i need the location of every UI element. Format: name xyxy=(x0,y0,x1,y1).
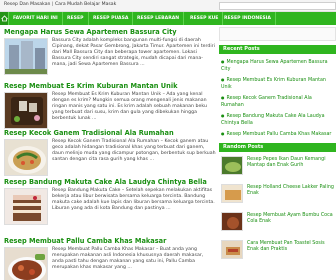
bullet-icon: ● xyxy=(221,77,225,82)
post-item: Resep Bandung Makuta Cake Ala Laudya Chi… xyxy=(4,178,216,225)
random-post-thumbnail[interactable] xyxy=(221,156,243,175)
random-post-thumbnail[interactable] xyxy=(221,240,243,259)
recent-post-link[interactable]: ● Resep Bandung Makuta Cake Ala Laudya Ch… xyxy=(221,112,335,127)
post-title[interactable]: Resep Kecok Ganem Tradisional Ala Rumaha… xyxy=(4,129,216,137)
post-thumbnail-kecok-ganem[interactable] xyxy=(4,139,48,176)
post-title[interactable]: Resep Membuat Pallu Camba Khas Makasar xyxy=(4,237,216,245)
random-post-link[interactable]: Resep Holland Cheese Lakker Paling Enak xyxy=(247,185,335,197)
random-post-link[interactable]: Resep Membuat Ayam Bumbu Coca Cola Enak xyxy=(247,213,335,225)
post-thumbnail-ice-cream[interactable] xyxy=(4,92,48,129)
recent-post-link[interactable]: ● Resep Kecok Ganem Tradisional Ala Rumah… xyxy=(221,94,335,109)
search-input[interactable] xyxy=(219,2,336,10)
random-posts-heading: Random Posts xyxy=(219,143,336,152)
post-excerpt: Resep Membuat Pallu Camba Khas Makasar –… xyxy=(52,247,204,270)
post-list: Mengapa Harus Sewa Apartemen Bassura Cit… xyxy=(0,25,217,280)
post-thumbnail-apartment[interactable] xyxy=(4,38,48,75)
bullet-icon: ● xyxy=(221,95,225,100)
recent-post-link[interactable]: ● Mengapa Harus Sewa Apartemen Bassura Ci… xyxy=(221,58,335,73)
random-post-thumbnail[interactable] xyxy=(221,212,243,231)
nav-item-resep-puasa[interactable]: RESEP PUASA xyxy=(89,12,134,25)
site-tagline: Resep Dan Masakan | Cara Mudah Belajar M… xyxy=(4,2,116,7)
post-title[interactable]: Mengapa Harus Sewa Apartemen Bassura Cit… xyxy=(4,28,216,36)
recent-post-link[interactable]: ● Resep Membuat Pallu Camba Khas Makasar xyxy=(221,130,335,138)
main-nav: FAVORIT HARI INI RESEP RESEP PUASA RESEP… xyxy=(0,12,336,25)
random-post-item[interactable]: Cara Membuat Pan Toastel Sosis Enak dan … xyxy=(221,240,335,261)
post-thumbnail-makuta-cake[interactable] xyxy=(4,188,48,225)
bullet-icon: ● xyxy=(221,131,225,136)
nav-item-resep-lebaran[interactable]: RESEP LEBARAN xyxy=(133,12,185,25)
site-description: Cara Mudah Belajar Masak xyxy=(54,2,117,7)
random-post-item[interactable]: Resep Pepes Ikan Daun Kemangi Mantap dan… xyxy=(221,156,335,177)
post-item: Resep Membuat Pallu Camba Khas Makasar R… xyxy=(4,237,216,280)
post-excerpt: Resep Bandung Makuta Cake – Setelah sepe… xyxy=(52,188,215,211)
sidebar-ad-placeholder xyxy=(219,27,336,41)
random-post-link[interactable]: Cara Membuat Pan Toastel Sosis Enak dan … xyxy=(247,241,335,253)
nav-item-resep[interactable]: RESEP xyxy=(63,12,89,25)
post-excerpt: Bassura City adalah kompleks bangunan mu… xyxy=(52,38,215,67)
post-item: Resep Membuat Es Krim Kuburan Mantan Uni… xyxy=(4,82,216,129)
post-thumbnail-pallu-camba[interactable] xyxy=(4,247,48,280)
bullet-icon: ● xyxy=(221,113,225,118)
home-icon[interactable] xyxy=(0,12,9,25)
post-title[interactable]: Resep Membuat Es Krim Kuburan Mantan Uni… xyxy=(4,82,216,90)
nav-item-resep-kue[interactable]: RESEP KUE xyxy=(186,12,224,25)
recent-posts-list: ● Mengapa Harus Sewa Apartemen Bassura Ci… xyxy=(221,58,335,141)
post-excerpt: Resep Kecok Ganem Tradisional Ala Rumaha… xyxy=(52,139,216,162)
nav-item-favorit[interactable]: FAVORIT HARI INI xyxy=(9,12,63,25)
post-title[interactable]: Resep Bandung Makuta Cake Ala Laudya Chi… xyxy=(4,178,216,186)
random-post-thumbnail[interactable] xyxy=(221,184,243,203)
post-item: Mengapa Harus Sewa Apartemen Bassura Cit… xyxy=(4,28,216,75)
post-item: Resep Kecok Ganem Tradisional Ala Rumaha… xyxy=(4,129,216,176)
tagline-separator: | xyxy=(51,2,54,7)
nav-item-resep-indonesia[interactable]: RESEP INDONESIA xyxy=(220,12,276,25)
top-bar: Resep Dan Masakan | Cara Mudah Belajar M… xyxy=(0,0,336,12)
bullet-icon: ● xyxy=(221,59,225,64)
post-excerpt: Resep Membuat Es Krim Kuburan Mantan Uni… xyxy=(52,92,207,121)
random-post-item[interactable]: Resep Membuat Ayam Bumbu Coca Cola Enak xyxy=(221,212,335,233)
site-name[interactable]: Resep Dan Masakan xyxy=(4,2,50,7)
recent-posts-heading: Recent Posts xyxy=(219,45,336,54)
sidebar: Recent Posts ● Mengapa Harus Sewa Apartem… xyxy=(219,25,336,280)
random-post-link[interactable]: Resep Pepes Ikan Daun Kemangi Mantap dan… xyxy=(247,157,335,169)
random-post-item[interactable]: Resep Holland Cheese Lakker Paling Enak xyxy=(221,184,335,205)
recent-post-link[interactable]: ● Resep Membuat Es Krim Kuburan Mantan Un… xyxy=(221,76,335,91)
